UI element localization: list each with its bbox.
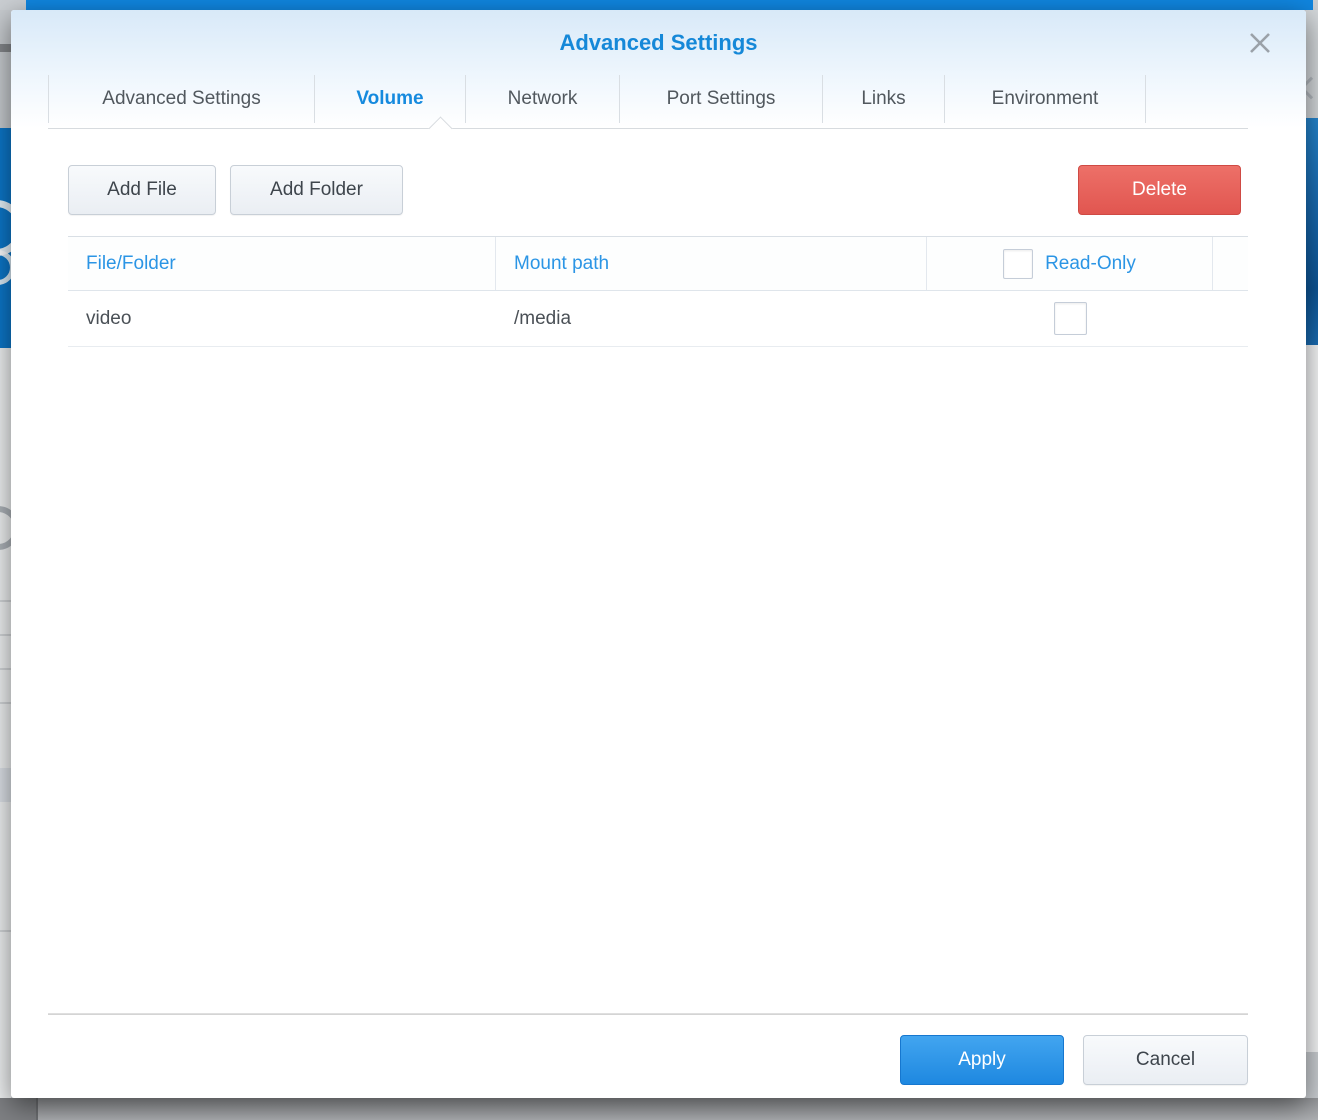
apply-button[interactable]: Apply (900, 1035, 1064, 1085)
select-all-readonly-checkbox[interactable] (1003, 249, 1033, 279)
tab-volume[interactable]: Volume (315, 75, 466, 123)
tab-environment[interactable]: Environment (945, 75, 1146, 123)
tab-network[interactable]: Network (466, 75, 620, 123)
table-row[interactable]: video /media (68, 291, 1248, 347)
delete-button[interactable]: Delete (1078, 165, 1241, 215)
background-right-toolbar (1306, 10, 1318, 118)
background-selected-row (0, 768, 11, 802)
cell-mount-path: /media (496, 308, 927, 330)
footer-divider (48, 1013, 1248, 1015)
volume-table: File/Folder Mount path Read-Only video /… (68, 236, 1248, 347)
column-header-read-only: Read-Only (927, 237, 1213, 290)
background-top-blue-strip (26, 0, 1313, 10)
cancel-button[interactable]: Cancel (1083, 1035, 1248, 1085)
close-icon[interactable] (1247, 30, 1273, 56)
screen: Advanced Settings Advanced Settings Volu… (0, 0, 1318, 1120)
background-left-blue-banner (0, 128, 11, 348)
row-readonly-checkbox[interactable] (1054, 302, 1087, 335)
column-header-spacer (1213, 237, 1248, 290)
tab-links[interactable]: Links (823, 75, 945, 123)
table-header-row: File/Folder Mount path Read-Only (68, 236, 1248, 291)
column-header-mount-path[interactable]: Mount path (496, 237, 927, 290)
advanced-settings-dialog: Advanced Settings Advanced Settings Volu… (11, 10, 1306, 1098)
background-divider (0, 930, 11, 932)
add-file-button[interactable]: Add File (68, 165, 216, 215)
background-letter-glyph (0, 200, 11, 256)
background-right-panel (1306, 345, 1318, 1052)
background-letter-glyph (0, 250, 11, 285)
background-bottom-left-block (0, 1098, 38, 1120)
tab-port-settings[interactable]: Port Settings (620, 75, 823, 123)
cell-read-only (927, 302, 1213, 335)
tab-bar: Advanced Settings Volume Network Port Se… (48, 75, 1146, 123)
dialog-title: Advanced Settings (11, 10, 1306, 75)
background-left-list (0, 348, 11, 1098)
background-bottom-bar (0, 1098, 1318, 1120)
background-divider (0, 634, 11, 636)
background-divider (0, 668, 11, 670)
tab-divider (48, 128, 1248, 129)
background-divider (0, 600, 11, 602)
tab-advanced-settings[interactable]: Advanced Settings (48, 75, 315, 123)
background-left-toolbar (0, 10, 11, 128)
read-only-label: Read-Only (1045, 253, 1136, 275)
cell-file-folder: video (68, 308, 496, 330)
add-folder-button[interactable]: Add Folder (230, 165, 403, 215)
background-divider (0, 702, 11, 704)
background-right-blue-banner (1306, 118, 1318, 345)
column-header-file-folder[interactable]: File/Folder (68, 237, 496, 290)
background-left-darkband (0, 44, 11, 52)
background-letter-glyph (0, 506, 11, 550)
